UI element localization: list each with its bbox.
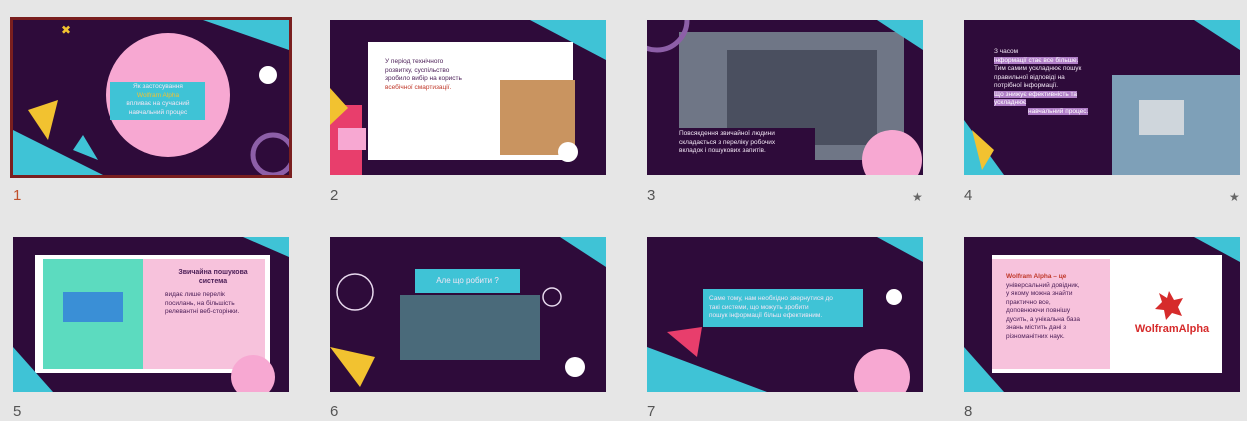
slide-thumbnail-7[interactable]: Саме тому, нам необхідно звернутися до т… <box>647 237 923 392</box>
slide-title: Але що робити ? <box>436 276 499 285</box>
slide-body-text: З часом інформації стає все більше. Тим … <box>994 48 1089 115</box>
wolframalpha-logo-text: WolframAlpha <box>1134 323 1210 335</box>
slide-thumbnail-4[interactable]: З часом інформації стає все більше. Тим … <box>964 20 1240 175</box>
slide-title: Як застосування Wolfram Alpha впливає на… <box>126 83 190 116</box>
slide-number: 3 <box>647 187 656 204</box>
slide-number: 2 <box>330 187 339 204</box>
slide-thumbnail-2[interactable]: У період технічного розвитку, суспільств… <box>330 20 606 175</box>
slide-thumbnail-8[interactable]: Wolfram Alpha – це універсальний довідни… <box>964 237 1240 392</box>
slide-number: 8 <box>964 403 973 420</box>
slide-decor <box>330 20 606 175</box>
slide-number: 5 <box>13 403 22 420</box>
slide-body-text: видає лише перелік посилань, на більшіст… <box>165 291 240 315</box>
slide-thumbnail-5[interactable]: Звичайна пошукова система видає лише пер… <box>13 237 289 392</box>
slide-body-text: У період технічного розвитку, суспільств… <box>385 58 462 91</box>
slide-thumbnail-3[interactable]: Повсякдення звичайної людини складається… <box>647 20 923 175</box>
slide-thumbnail-1[interactable]: ✖ Як застосування Wolfram Alpha впливає … <box>10 17 292 178</box>
slide-body-text: Повсякдення звичайної людини складається… <box>679 130 776 154</box>
star-icon: ★ <box>912 190 923 204</box>
slide-decor <box>330 237 606 387</box>
slide-title: Звичайна пошукова система <box>178 269 248 285</box>
slide-thumbnail-6[interactable]: Але що робити ? <box>330 237 606 392</box>
slide-number: 4 <box>964 187 973 204</box>
star-icon: ★ <box>1229 190 1240 204</box>
slide-number: 7 <box>647 403 656 420</box>
slide-number: 6 <box>330 403 339 420</box>
slide-body-text: Wolfram Alpha – це універсальний довідни… <box>1006 273 1081 340</box>
slide-number: 1 <box>13 187 22 204</box>
svg-text:✖: ✖ <box>61 23 71 37</box>
slide-body-text: Саме тому, нам необхідно звернутися до т… <box>709 295 833 319</box>
